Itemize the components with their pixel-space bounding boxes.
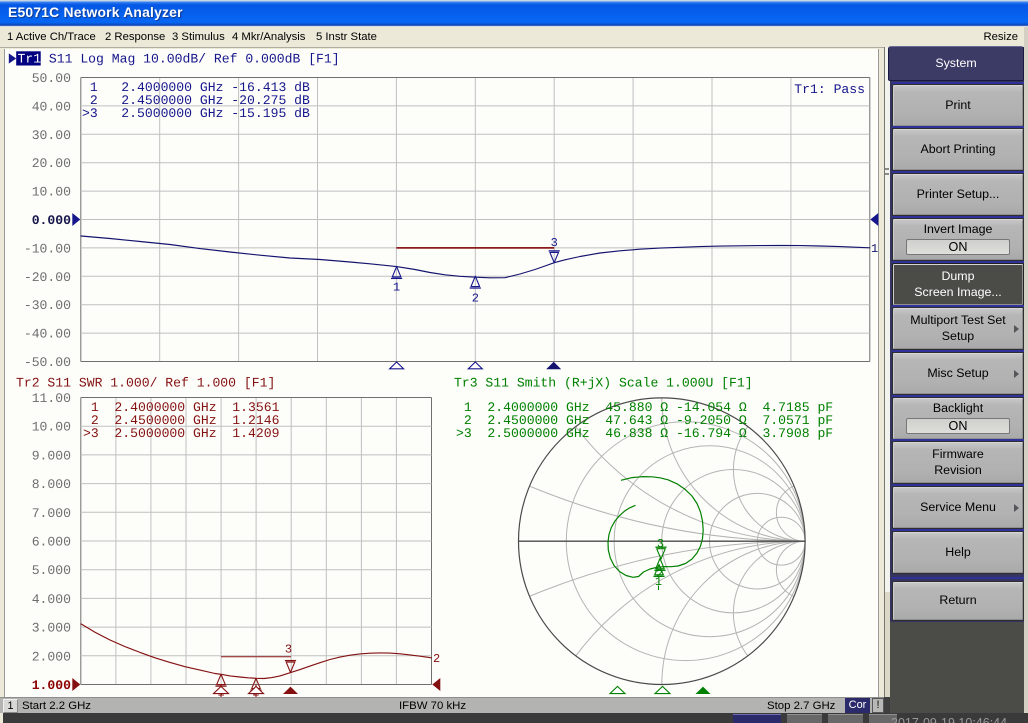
svg-text:>3 2.5000000 GHz -15.195 dB: >3 2.5000000 GHz -15.195 dB xyxy=(82,106,310,121)
svg-text:30.00: 30.00 xyxy=(32,128,71,143)
svg-text:3: 3 xyxy=(551,236,558,250)
svg-text:10.00: 10.00 xyxy=(32,420,71,435)
svg-text:1.000: 1.000 xyxy=(32,678,71,693)
svg-text:0.000: 0.000 xyxy=(32,213,71,228)
svg-text:1: 1 xyxy=(871,242,878,256)
svg-text:5.000: 5.000 xyxy=(32,563,71,578)
svg-text:10.00: 10.00 xyxy=(32,185,71,200)
svg-text:9.000: 9.000 xyxy=(32,448,71,463)
svg-text:7.000: 7.000 xyxy=(32,506,71,521)
svg-text:Tr1: Pass: Tr1: Pass xyxy=(794,82,865,97)
svg-text:Tr1: Tr1 xyxy=(18,52,42,67)
svg-text:-40.00: -40.00 xyxy=(24,327,71,342)
svg-text:>3 2.5000000 GHz 1.4209: >3 2.5000000 GHz 1.4209 xyxy=(83,426,279,441)
svg-text:11.00: 11.00 xyxy=(32,391,71,406)
svg-text:S11 Log Mag 10.00dB/ Ref 0.000: S11 Log Mag 10.00dB/ Ref 0.000dB [F1] xyxy=(49,52,340,67)
svg-text:3: 3 xyxy=(285,643,292,657)
svg-text:8.000: 8.000 xyxy=(32,477,71,492)
svg-text:-50.00: -50.00 xyxy=(24,355,71,370)
svg-text:2.000: 2.000 xyxy=(32,649,71,664)
svg-text:1: 1 xyxy=(393,281,400,295)
svg-text:2: 2 xyxy=(472,292,479,306)
svg-text:>3 2.5000000 GHz 46.838 Ω -1: >3 2.5000000 GHz 46.838 Ω -16.794 Ω 3.79… xyxy=(456,426,833,441)
svg-text:50.00: 50.00 xyxy=(32,71,71,86)
svg-text:Tr3 S11 Smith (R+jX) Scale 1.0: Tr3 S11 Smith (R+jX) Scale 1.000U [F1] xyxy=(454,375,753,390)
svg-text:40.00: 40.00 xyxy=(32,99,71,114)
svg-text:Tr2 S11 SWR 1.000/ Ref 1.000 [: Tr2 S11 SWR 1.000/ Ref 1.000 [F1] xyxy=(16,375,275,390)
svg-text:6.000: 6.000 xyxy=(32,535,71,550)
svg-text:4.000: 4.000 xyxy=(32,592,71,607)
svg-text:-10.00: -10.00 xyxy=(24,241,71,256)
svg-text:2: 2 xyxy=(433,652,440,666)
svg-text:-30.00: -30.00 xyxy=(24,298,71,313)
svg-text:20.00: 20.00 xyxy=(32,156,71,171)
svg-text:-20.00: -20.00 xyxy=(24,270,71,285)
svg-text:3.000: 3.000 xyxy=(32,621,71,636)
